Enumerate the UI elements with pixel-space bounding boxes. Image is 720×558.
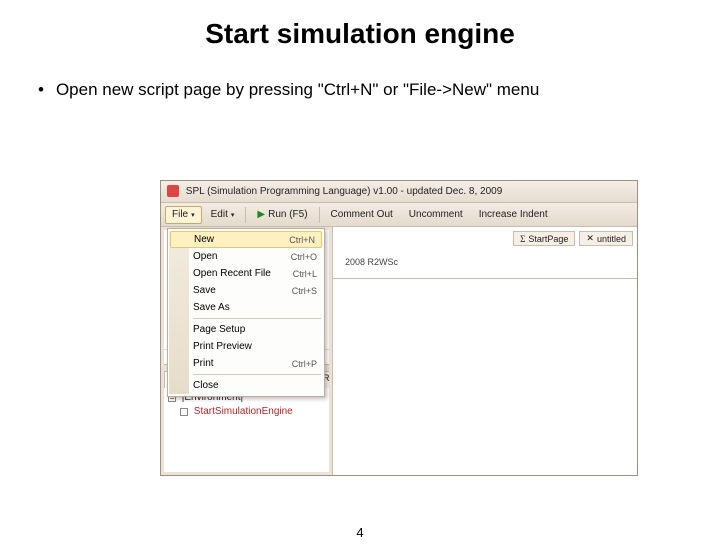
run-button[interactable]: ▶ Run (F5)	[250, 206, 314, 224]
menu-open-recent[interactable]: Open Recent File Ctrl+L	[169, 265, 323, 282]
toolbar-separator	[245, 207, 246, 223]
tab-startpage-label: StartPage	[528, 234, 568, 244]
menu-separator	[193, 318, 321, 319]
menu-page-setup-label: Page Setup	[193, 324, 245, 335]
sigma-icon: Σ	[520, 234, 525, 244]
slide-bullet: Open new script page by pressing "Ctrl+N…	[38, 80, 720, 100]
menu-close-label: Close	[193, 380, 219, 391]
main-area: Σ StartPage ✕ untitled 2008 R2WSc	[333, 227, 637, 475]
play-icon: ▶	[257, 209, 265, 220]
document-header: Σ StartPage ✕ untitled 2008 R2WSc	[333, 227, 637, 279]
menu-open-shortcut: Ctrl+O	[291, 252, 317, 262]
menu-print-preview[interactable]: Print Preview	[169, 338, 323, 355]
slide-title: Start simulation engine	[0, 18, 720, 50]
tab-untitled-label: untitled	[597, 234, 626, 244]
tab-untitled[interactable]: ✕ untitled	[579, 231, 633, 246]
file-menu-button[interactable]: File ▾	[165, 206, 202, 224]
menu-save-as[interactable]: Save As	[169, 299, 323, 316]
document-tabs: Σ StartPage ✕ untitled	[513, 231, 633, 246]
chevron-down-icon: ▾	[231, 211, 235, 219]
menu-save-as-label: Save As	[193, 302, 230, 313]
menu-print[interactable]: Print Ctrl+P	[169, 355, 323, 372]
tree-child[interactable]: StartSimulationEngine	[180, 405, 325, 419]
page-number: 4	[356, 525, 363, 540]
increase-indent-button[interactable]: Increase Indent	[472, 206, 555, 224]
menu-print-label: Print	[193, 358, 214, 369]
menu-new-shortcut: Ctrl+N	[289, 235, 315, 245]
menu-close[interactable]: Close	[169, 377, 323, 394]
menu-open-label: Open	[193, 251, 217, 262]
menu-open-recent-label: Open Recent File	[193, 268, 271, 279]
menu-save-shortcut: Ctrl+S	[292, 286, 317, 296]
menu-new-label: New	[194, 234, 214, 245]
titlebar[interactable]: SPL (Simulation Programming Language) v1…	[161, 181, 637, 203]
chevron-down-icon: ▾	[191, 211, 195, 219]
close-icon[interactable]: ✕	[586, 233, 594, 244]
menu-separator	[193, 374, 321, 375]
menu-save[interactable]: Save Ctrl+S	[169, 282, 323, 299]
run-label: Run (F5)	[268, 209, 307, 220]
app-icon	[167, 185, 179, 197]
window-title: SPL (Simulation Programming Language) v1…	[186, 186, 502, 197]
credits-text: 2008 R2WSc	[345, 257, 398, 267]
menu-print-shortcut: Ctrl+P	[292, 359, 317, 369]
tree-child-label: StartSimulationEngine	[194, 406, 293, 417]
comment-out-button[interactable]: Comment Out	[324, 206, 400, 224]
toolbar-separator	[319, 207, 320, 223]
menu-print-preview-label: Print Preview	[193, 341, 252, 352]
menu-save-label: Save	[193, 285, 216, 296]
menu-page-setup[interactable]: Page Setup	[169, 321, 323, 338]
file-menu-label: File	[172, 209, 188, 220]
tree-node-icon	[180, 408, 188, 416]
edit-menu-label: Edit	[211, 209, 228, 220]
increase-indent-label: Increase Indent	[479, 209, 548, 220]
file-dropdown-menu: New Ctrl+N Open Ctrl+O Open Recent File …	[167, 228, 325, 397]
uncomment-button[interactable]: Uncomment	[402, 206, 470, 224]
comment-out-label: Comment Out	[331, 209, 393, 220]
menu-open[interactable]: Open Ctrl+O	[169, 248, 323, 265]
menu-new[interactable]: New Ctrl+N	[170, 231, 322, 248]
edit-menu-button[interactable]: Edit ▾	[204, 206, 242, 224]
toolbar: File ▾ Edit ▾ ▶ Run (F5) Comment Out Unc…	[161, 203, 637, 227]
uncomment-label: Uncomment	[409, 209, 463, 220]
tab-startpage[interactable]: Σ StartPage	[513, 231, 575, 246]
menu-open-recent-shortcut: Ctrl+L	[293, 269, 317, 279]
